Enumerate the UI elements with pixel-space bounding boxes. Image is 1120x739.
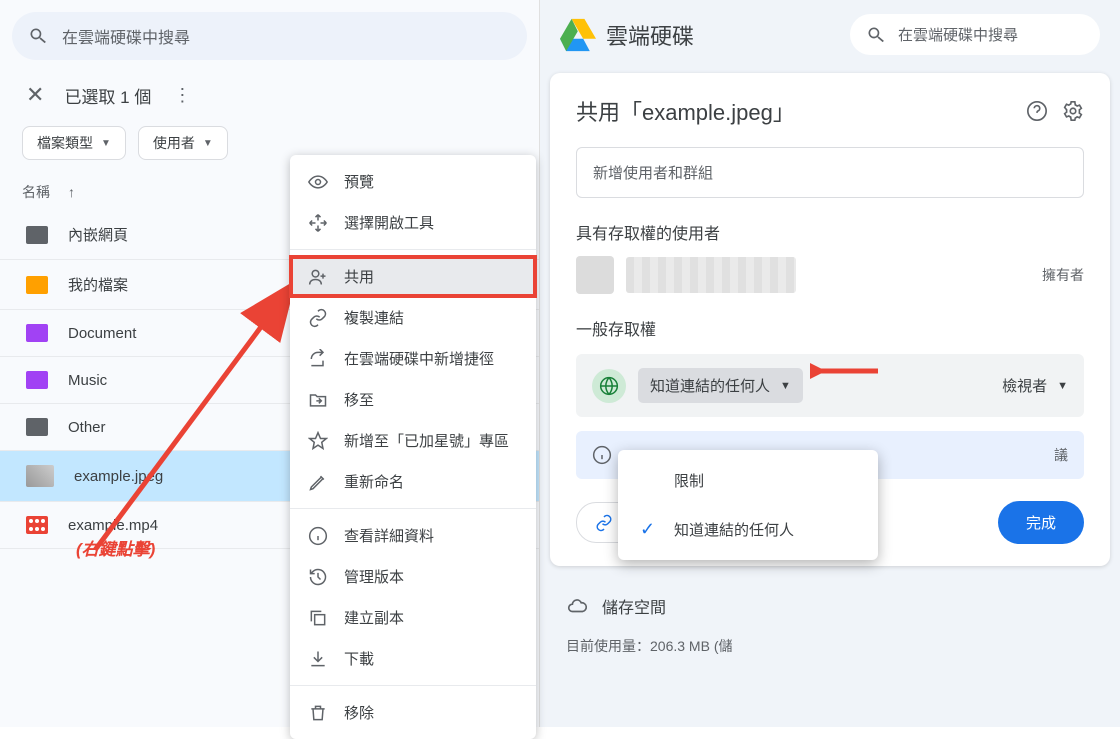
general-access-box: 知道連結的任何人 ▼ 檢視者 ▼ [576, 354, 1084, 417]
more-icon[interactable]: ⋮ [173, 85, 191, 106]
caret-down-icon: ▼ [1057, 380, 1068, 392]
caret-down-icon: ▼ [203, 138, 213, 149]
ctx-copy[interactable]: 建立副本 [290, 597, 536, 638]
folder-icon [26, 226, 48, 244]
annotation-text: (右鍵點擊) [76, 535, 155, 560]
chip-filetype[interactable]: 檔案類型▼ [22, 126, 126, 160]
caret-down-icon: ▼ [101, 138, 111, 149]
search-bar[interactable]: 在雲端硬碟中搜尋 [12, 12, 527, 60]
ctx-details[interactable]: 查看詳細資料 [290, 515, 536, 556]
globe-badge [592, 369, 626, 403]
star-icon [308, 431, 328, 451]
done-button[interactable]: 完成 [998, 501, 1084, 544]
col-name-label: 名稱 [22, 182, 50, 202]
ctx-add-shortcut[interactable]: 在雲端硬碟中新增捷徑 [290, 338, 536, 379]
role-dropdown[interactable]: 檢視者 ▼ [1002, 375, 1068, 396]
ctx-open-with[interactable]: 選擇開啟工具 [290, 202, 536, 243]
search-icon [866, 25, 886, 45]
selection-bar: ✕ 已選取 1 個 ⋮ [10, 72, 539, 118]
chip-user[interactable]: 使用者▼ [138, 126, 228, 160]
user-row: 擁有者 [576, 256, 1084, 294]
eye-icon [308, 172, 328, 192]
help-icon[interactable] [1026, 100, 1048, 122]
trash-icon [308, 703, 328, 723]
info-icon [592, 445, 612, 465]
dd-option-restricted[interactable]: 限制 [618, 456, 878, 505]
storage-row[interactable]: 儲存空間 [540, 576, 1120, 636]
right-panel: 雲端硬碟 在雲端硬碟中搜尋 共用「example.jpeg」 新增使用者和群組 … [540, 0, 1120, 727]
top-search[interactable]: 在雲端硬碟中搜尋 [850, 14, 1100, 55]
ctx-rename[interactable]: 重新命名 [290, 461, 536, 502]
image-thumb-icon [26, 465, 54, 487]
ctx-download[interactable]: 下載 [290, 638, 536, 679]
info-icon [308, 526, 328, 546]
settings-icon[interactable] [1062, 100, 1084, 122]
link-icon [308, 308, 328, 328]
general-access-label: 一般存取權 [576, 316, 1084, 340]
cloud-icon [566, 595, 588, 617]
link-icon [595, 514, 613, 532]
caret-down-icon: ▼ [780, 380, 791, 392]
check-icon: ✓ [640, 519, 658, 540]
download-icon [308, 649, 328, 669]
history-icon [308, 567, 328, 587]
ctx-copy-link[interactable]: 複製連結 [290, 297, 536, 338]
drive-icon [560, 18, 596, 52]
selected-count: 已選取 1 個 [64, 83, 151, 108]
dd-option-anyone[interactable]: ✓ 知道連結的任何人 [618, 505, 878, 554]
avatar [576, 256, 614, 294]
access-dropdown[interactable]: 知道連結的任何人 ▼ [638, 368, 803, 403]
user-name-redacted [626, 257, 796, 293]
access-label: 具有存取權的使用者 [576, 220, 1084, 244]
move-icon [308, 213, 328, 233]
search-icon [28, 26, 48, 46]
edit-icon [308, 472, 328, 492]
shortcut-icon [308, 349, 328, 369]
dialog-title: 共用「example.jpeg」 [576, 95, 795, 127]
top-bar: 雲端硬碟 在雲端硬碟中搜尋 [540, 0, 1120, 69]
ctx-preview[interactable]: 預覽 [290, 161, 536, 202]
folder-move-icon [308, 390, 328, 410]
folder-icon [26, 371, 48, 389]
ctx-share[interactable]: 共用 [290, 256, 536, 297]
left-panel: 在雲端硬碟中搜尋 ✕ 已選取 1 個 ⋮ 檔案類型▼ 使用者▼ 名稱 ↑ 內嵌網… [0, 0, 540, 727]
video-icon [26, 516, 48, 534]
search-placeholder: 在雲端硬碟中搜尋 [62, 24, 190, 48]
drive-name: 雲端硬碟 [606, 19, 694, 51]
ctx-add-star[interactable]: 新增至「已加星號」專區 [290, 420, 536, 461]
folder-icon [26, 276, 48, 294]
context-menu: 預覽 選擇開啟工具 共用 複製連結 在雲端硬碟中新增捷徑 移至 新增至「已加星號… [290, 155, 536, 739]
folder-icon [26, 324, 48, 342]
globe-icon [599, 376, 619, 396]
red-arrow-annotation [810, 356, 880, 386]
ctx-versions[interactable]: 管理版本 [290, 556, 536, 597]
sort-asc-icon: ↑ [68, 184, 75, 200]
folder-icon [26, 418, 48, 436]
storage-usage: 目前使用量：206.3 MB (儲 [540, 636, 1120, 656]
access-dropdown-menu: 限制 ✓ 知道連結的任何人 [618, 450, 878, 560]
ctx-move[interactable]: 移至 [290, 379, 536, 420]
drive-logo[interactable]: 雲端硬碟 [560, 18, 694, 52]
close-icon[interactable]: ✕ [26, 82, 44, 108]
copy-icon [308, 608, 328, 628]
add-people-input[interactable]: 新增使用者和群組 [576, 147, 1084, 198]
person-add-icon [308, 267, 328, 287]
owner-label: 擁有者 [1042, 265, 1084, 285]
